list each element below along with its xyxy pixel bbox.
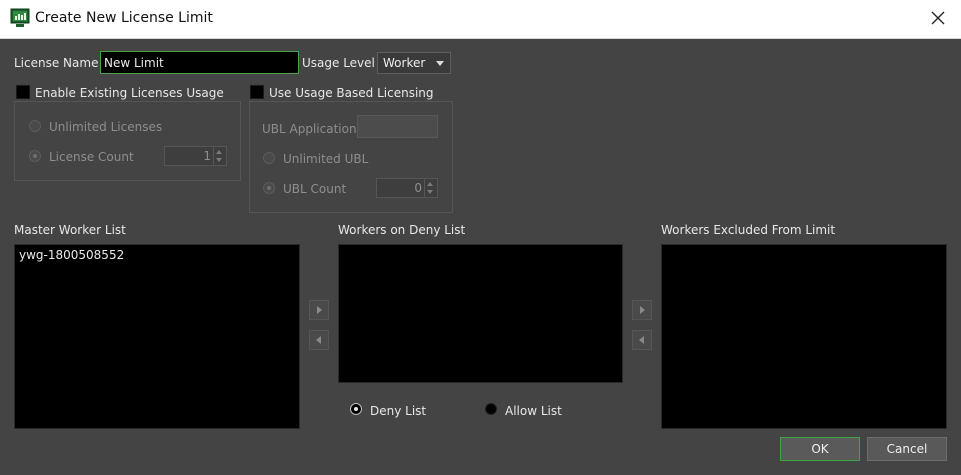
ubl-count-stepper[interactable]: 0 <box>376 178 438 198</box>
move-to-deny-button[interactable] <box>309 300 329 320</box>
stepper-buttons <box>213 147 226 165</box>
usage-level-select[interactable]: Worker <box>377 52 451 74</box>
ok-button[interactable]: OK <box>780 437 860 461</box>
use-usage-based-licensing-label: Use Usage Based Licensing <box>269 86 434 100</box>
close-button[interactable] <box>915 0 961 38</box>
deny-list-label: Workers on Deny List <box>338 223 466 237</box>
usage-level-label: Usage Level <box>302 56 375 70</box>
deny-list-radio-label: Deny List <box>370 404 427 418</box>
excluded-worker-list[interactable] <box>661 244 947 429</box>
stepper-down-icon <box>216 158 222 162</box>
arrow-right-icon <box>317 306 322 314</box>
title-bar: Create New License Limit <box>0 0 961 39</box>
unlimited-ubl-radio[interactable] <box>263 152 275 164</box>
ubl-application-field[interactable] <box>357 115 438 138</box>
allow-list-radio[interactable] <box>485 403 497 415</box>
chevron-down-icon <box>436 61 444 66</box>
unlimited-licenses-label: Unlimited Licenses <box>49 120 163 134</box>
cancel-button[interactable]: Cancel <box>867 437 947 461</box>
stepper-down-icon <box>427 190 433 194</box>
deny-worker-list[interactable] <box>338 244 623 383</box>
move-to-deny-from-excluded-button[interactable] <box>632 330 652 350</box>
master-worker-list-label: Master Worker List <box>14 223 126 237</box>
deny-list-radio[interactable] <box>350 403 362 415</box>
arrow-left-icon <box>639 336 644 344</box>
enable-existing-licenses-label: Enable Existing Licenses Usage <box>35 86 224 100</box>
list-item[interactable]: ywg-1800508552 <box>19 248 124 262</box>
license-count-label: License Count <box>49 150 134 164</box>
ubl-count-radio[interactable] <box>263 182 275 194</box>
ubl-count-label: UBL Count <box>283 182 347 196</box>
ubl-count-value: 0 <box>414 181 422 195</box>
license-count-value: 1 <box>203 149 211 163</box>
excluded-list-label: Workers Excluded From Limit <box>661 223 836 237</box>
move-to-excluded-button[interactable] <box>632 300 652 320</box>
window-title: Create New License Limit <box>35 10 213 26</box>
arrow-right-icon <box>640 306 645 314</box>
stepper-up-icon <box>216 150 222 154</box>
stepper-up-icon <box>427 182 433 186</box>
arrow-left-icon <box>316 336 321 344</box>
stepper-buttons <box>424 179 437 197</box>
license-name-label: License Name <box>14 56 99 70</box>
existing-licenses-group <box>14 101 241 181</box>
unlimited-ubl-label: Unlimited UBL <box>283 152 369 166</box>
use-usage-based-licensing-checkbox[interactable] <box>250 85 264 99</box>
license-name-input[interactable] <box>100 51 299 74</box>
move-to-master-button[interactable] <box>309 330 329 350</box>
usage-level-value: Worker <box>383 56 426 70</box>
license-count-radio[interactable] <box>29 150 41 162</box>
license-count-stepper[interactable]: 1 <box>164 146 227 166</box>
master-worker-list[interactable]: ywg-1800508552 <box>14 244 300 429</box>
monitor-app-icon <box>10 8 30 28</box>
unlimited-licenses-radio[interactable] <box>29 120 41 132</box>
ubl-application-label: UBL Application <box>262 122 357 136</box>
close-icon <box>931 11 945 28</box>
allow-list-radio-label: Allow List <box>505 404 562 418</box>
enable-existing-licenses-checkbox[interactable] <box>16 85 30 99</box>
